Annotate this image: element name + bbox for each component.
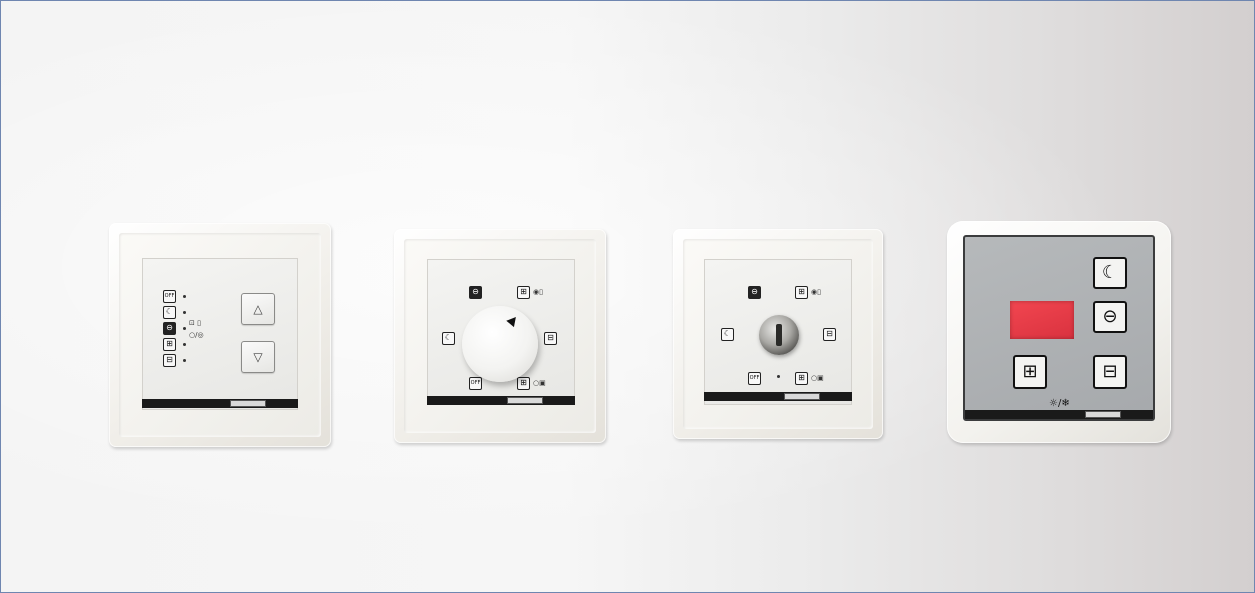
fan-symbol: ⊞ <box>517 286 530 299</box>
brand-logo <box>784 393 820 400</box>
indicator-dot <box>183 327 186 330</box>
key-lock[interactable] <box>759 315 799 355</box>
fan-symbol: ⊞ <box>1013 355 1047 389</box>
brand-logo <box>1085 411 1121 418</box>
moon-symbol: ☾ <box>1093 257 1127 289</box>
fan-symbol: ⊞ <box>795 286 808 299</box>
mode-glyph: ○▣ <box>533 379 546 387</box>
indicator-dot <box>183 359 186 362</box>
product-photo-scene: OFF ☾ ⊖ ⊞ ⊟ ⊡ ▯ ○/◎ △ ▽ ⊖ ⊞ ◉▯ ☾ ⊟ OFF ⊞… <box>0 0 1255 593</box>
indicator-dot <box>777 375 780 378</box>
label-strip <box>965 410 1153 419</box>
rotary-panel-frame: ⊖ ⊞ ◉▯ ☾ ⊟ OFF ⊞ ○▣ <box>394 229 606 443</box>
off-symbol: OFF <box>163 290 176 303</box>
rotary-panel-plate: ⊖ ⊞ ◉▯ ☾ ⊟ OFF ⊞ ○▣ <box>427 259 575 405</box>
frame-symbol: ⊟ <box>544 332 557 345</box>
display-panel-plate: ☾ ⊖ ⊞ ⊟ ☼/❄ <box>963 235 1155 421</box>
brand-logo <box>230 400 266 407</box>
off-symbol: OFF <box>469 377 482 390</box>
indicator-dot <box>183 295 186 298</box>
mode-glyph: ◉▯ <box>811 288 821 296</box>
mode-glyph: ○▣ <box>811 374 824 382</box>
frame-symbol: ⊟ <box>163 354 176 367</box>
off-symbol: OFF <box>748 372 761 385</box>
label-strip <box>427 396 575 405</box>
label-strip <box>142 399 298 408</box>
touch-panel-frame: OFF ☾ ⊖ ⊞ ⊟ ⊡ ▯ ○/◎ △ ▽ <box>109 223 331 447</box>
fan-symbol: ⊞ <box>795 372 808 385</box>
down-button[interactable]: ▽ <box>241 341 275 373</box>
minus-symbol: ⊖ <box>748 286 761 299</box>
mode-glyph: ⊡ ▯ <box>189 319 201 327</box>
touch-panel-plate: OFF ☾ ⊖ ⊞ ⊟ ⊡ ▯ ○/◎ △ ▽ <box>142 258 298 410</box>
moon-symbol: ☾ <box>442 332 455 345</box>
frame-symbol: ⊟ <box>1093 355 1127 389</box>
key-slot-icon <box>776 324 782 346</box>
mode-glyph: ○/◎ <box>189 331 204 339</box>
moon-symbol: ☾ <box>721 328 734 341</box>
mode-glyph: ☼/❄ <box>1049 398 1070 409</box>
display-panel-frame: ☾ ⊖ ⊞ ⊟ ☼/❄ <box>947 221 1171 443</box>
indicator-dot <box>183 343 186 346</box>
rotary-knob[interactable] <box>462 306 538 382</box>
brand-logo <box>507 397 543 404</box>
key-panel-plate: ⊖ ⊞ ◉▯ ☾ ⊟ OFF ⊞ ○▣ <box>704 259 852 405</box>
key-panel-frame: ⊖ ⊞ ◉▯ ☾ ⊟ OFF ⊞ ○▣ <box>673 229 883 439</box>
label-strip <box>704 392 852 401</box>
red-display <box>1010 301 1074 339</box>
fan-symbol: ⊞ <box>517 377 530 390</box>
frame-symbol: ⊟ <box>823 328 836 341</box>
fan-symbol: ⊞ <box>163 338 176 351</box>
moon-symbol: ☾ <box>163 306 176 319</box>
minus-symbol: ⊖ <box>1093 301 1127 333</box>
minus-symbol: ⊖ <box>163 322 176 335</box>
minus-symbol: ⊖ <box>469 286 482 299</box>
up-button[interactable]: △ <box>241 293 275 325</box>
knob-pointer-icon <box>506 313 520 328</box>
indicator-dot <box>183 311 186 314</box>
mode-glyph: ◉▯ <box>533 288 543 296</box>
